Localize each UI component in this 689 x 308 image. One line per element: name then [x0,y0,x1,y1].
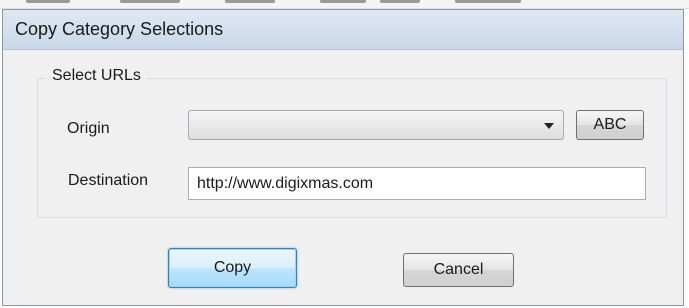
copy-button[interactable]: Copy [168,248,297,288]
group-label: Select URLs [46,67,147,85]
background-window-fragment [0,0,689,9]
destination-label: Destination [68,172,149,189]
origin-label: Origin [67,120,110,137]
dialog-title: Copy Category Selections [15,19,224,39]
origin-dropdown[interactable] [188,110,564,140]
dialog-titlebar: Copy Category Selections [3,10,683,50]
cancel-button[interactable]: Cancel [403,253,514,287]
destination-input[interactable] [188,167,646,200]
abc-button[interactable]: ABC [576,110,644,140]
chevron-down-icon[interactable] [544,123,554,129]
